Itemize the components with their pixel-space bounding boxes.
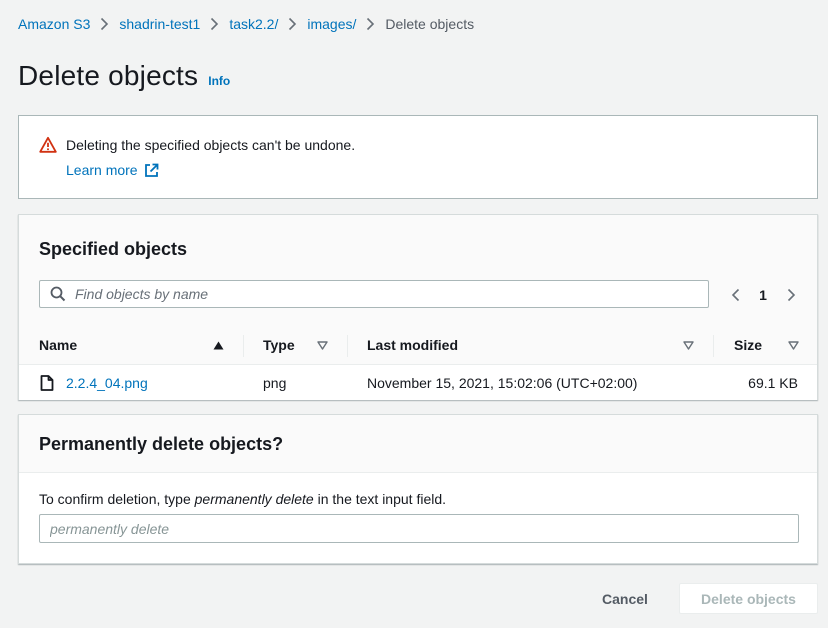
specified-objects-panel: Specified objects 1 Name Type bbox=[18, 214, 818, 400]
sort-icon[interactable] bbox=[788, 325, 799, 365]
confirm-delete-input[interactable] bbox=[39, 514, 799, 543]
page-title: Delete objects bbox=[18, 60, 199, 91]
sort-ascending-icon[interactable] bbox=[213, 325, 224, 365]
column-divider bbox=[713, 335, 714, 357]
breadcrumb-folder-task[interactable]: task2.2/ bbox=[229, 16, 278, 32]
next-page-button[interactable] bbox=[783, 284, 799, 306]
search-input[interactable] bbox=[75, 286, 675, 302]
column-header-type[interactable]: Type bbox=[263, 325, 295, 365]
confirm-instructions-prefix: To confirm deletion, type bbox=[39, 491, 195, 507]
breadcrumb: Amazon S3 shadrin-test1 task2.2/ images/… bbox=[18, 15, 474, 33]
chevron-left-icon bbox=[731, 288, 739, 302]
warning-alert: Deleting the specified objects can't be … bbox=[18, 115, 818, 199]
chevron-right-icon bbox=[356, 17, 385, 31]
sort-icon[interactable] bbox=[317, 325, 328, 365]
pagination: 1 bbox=[727, 284, 799, 306]
alert-message: Deleting the specified objects can't be … bbox=[66, 137, 356, 153]
object-type-cell: png bbox=[263, 374, 287, 391]
previous-page-button[interactable] bbox=[727, 284, 743, 306]
confirm-phrase: permanently delete bbox=[194, 491, 314, 507]
column-header-size[interactable]: Size bbox=[734, 325, 762, 365]
delete-objects-button[interactable]: Delete objects bbox=[679, 583, 818, 614]
learn-more-label: Learn more bbox=[66, 162, 138, 178]
page-header: Delete objects Info bbox=[18, 60, 230, 92]
column-divider bbox=[243, 335, 244, 357]
warning-icon bbox=[39, 136, 57, 153]
column-header-last-modified[interactable]: Last modified bbox=[367, 325, 458, 365]
permanently-delete-title: Permanently delete objects? bbox=[39, 434, 284, 454]
permanently-delete-panel: Permanently delete objects? To confirm d… bbox=[18, 414, 818, 564]
table-header: Name Type Last modified Size bbox=[19, 325, 817, 365]
confirm-instructions-suffix: in the text input field. bbox=[313, 491, 447, 507]
external-link-icon bbox=[144, 163, 158, 177]
specified-objects-title: Specified objects bbox=[39, 239, 188, 259]
breadcrumb-amazon-s3[interactable]: Amazon S3 bbox=[18, 16, 90, 32]
object-last-modified-cell: November 15, 2021, 15:02:06 (UTC+02:00) bbox=[367, 374, 638, 391]
breadcrumb-folder-images[interactable]: images/ bbox=[307, 16, 356, 32]
column-header-name[interactable]: Name bbox=[39, 325, 77, 365]
cancel-button[interactable]: Cancel bbox=[580, 584, 670, 614]
breadcrumb-bucket[interactable]: shadrin-test1 bbox=[119, 16, 200, 32]
learn-more-link[interactable]: Learn more bbox=[66, 162, 159, 178]
info-link[interactable]: Info bbox=[208, 74, 230, 88]
confirm-instructions: To confirm deletion, type permanently de… bbox=[39, 491, 446, 507]
column-divider bbox=[347, 335, 348, 357]
chevron-right-icon bbox=[90, 17, 119, 31]
object-name-cell: 2.2.4_04.png bbox=[40, 365, 148, 400]
specified-objects-header: Specified objects 1 bbox=[19, 215, 817, 325]
chevron-right-icon bbox=[200, 17, 229, 31]
chevron-right-icon bbox=[278, 17, 307, 31]
object-name-link[interactable]: 2.2.4_04.png bbox=[66, 375, 148, 391]
current-page-number[interactable]: 1 bbox=[743, 287, 783, 303]
file-icon bbox=[40, 374, 54, 391]
object-size-cell: 69.1 KB bbox=[748, 374, 798, 391]
chevron-right-icon bbox=[787, 288, 795, 302]
search-box bbox=[39, 280, 709, 308]
breadcrumb-current: Delete objects bbox=[385, 16, 475, 32]
sort-icon[interactable] bbox=[683, 325, 694, 365]
search-icon bbox=[50, 286, 66, 302]
table-row: 2.2.4_04.png png November 15, 2021, 15:0… bbox=[19, 365, 817, 400]
permanently-delete-header: Permanently delete objects? bbox=[19, 415, 817, 473]
